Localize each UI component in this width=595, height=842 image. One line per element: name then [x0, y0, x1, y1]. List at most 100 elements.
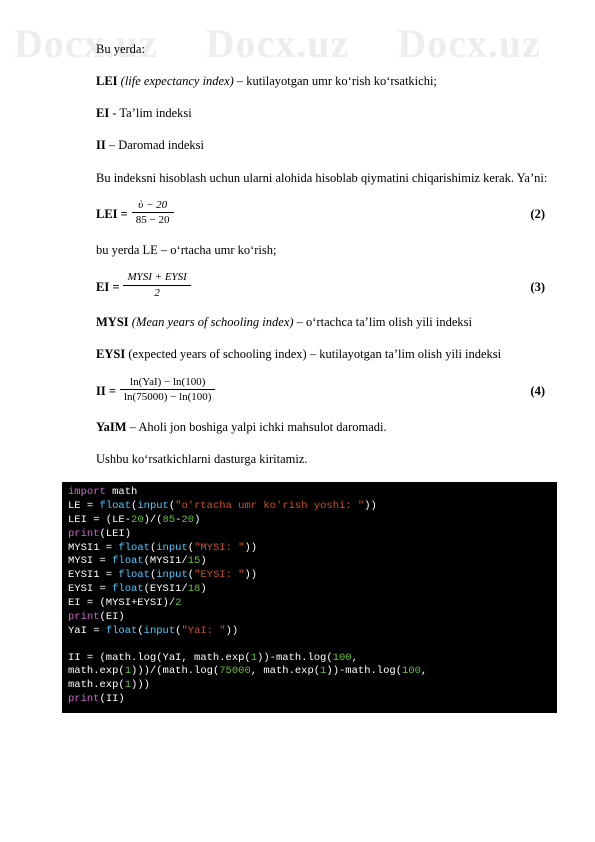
code-token: ))-math.log(	[326, 665, 403, 678]
code-line: MYSI1 = float(input("MYSI: "))	[68, 542, 551, 556]
formula-lei-fraction: ὺ − 20 85 − 20	[131, 199, 174, 227]
code-line: print(II)	[68, 693, 551, 707]
code-token: MYSI =	[68, 555, 113, 568]
code-token: (MYSI1/	[143, 555, 188, 568]
code-token: ))	[244, 541, 258, 554]
formula-ei-label: EI =	[96, 279, 120, 294]
paragraph-le-note: bu yerda LE – o‘rtacha umr ko‘rish;	[96, 242, 277, 257]
code-token: ))	[244, 569, 258, 582]
code-token: float	[105, 624, 138, 637]
formula-ei: EI = MYSI + EYSI 2 (3)	[62, 271, 553, 301]
formula-ii-fraction: ln(YaI) − ln(100) ln(75000) − ln(100)	[119, 376, 216, 404]
code-token: II = (math.log(YaI, math.exp(	[68, 651, 251, 664]
paragraph-mysi: MYSI (Mean years of schooling index) – o…	[62, 313, 553, 331]
paragraph-eysi: EYSI (expected years of schooling index)…	[62, 345, 553, 363]
code-token: float	[99, 499, 132, 512]
code-line: EYSI1 = float(input("EYSI: "))	[68, 569, 551, 583]
document-page: Bu yerda: LEI (life expectancy index) – …	[0, 0, 595, 713]
code-token: math.exp(	[68, 665, 125, 678]
code-line: math.exp(1)))/(math.log(75000, math.exp(…	[68, 665, 551, 679]
term-ii: II	[96, 138, 106, 153]
code-token: input	[143, 624, 176, 637]
formula-ei-number: (3)	[530, 279, 545, 294]
term-eysi: EYSI	[96, 347, 126, 362]
term-lei-desc: – kutilayotgan umr ko‘rish ko‘rsatkichi;	[233, 74, 437, 89]
formula-ii-denominator: ln(75000) − ln(100)	[123, 391, 212, 404]
code-token: float	[112, 555, 144, 568]
code-line: II = (math.log(YaI, math.exp(1))-math.lo…	[68, 652, 551, 666]
code-line: print(EI)	[68, 611, 551, 625]
code-line: import math	[68, 486, 551, 500]
term-lei: LEI	[96, 74, 118, 89]
code-token: MYSI1 =	[68, 541, 119, 554]
code-token: 15	[187, 555, 201, 568]
formula-lei-numerator: ὺ − 20	[131, 199, 174, 214]
term-eysi-desc: (expected years of schooling index) – ku…	[125, 347, 502, 362]
paragraph-yaim: YaIM – Aholi jon boshiga yalpi ichki mah…	[62, 418, 553, 436]
term-lei-english: (life expectancy index)	[120, 74, 234, 89]
code-token: "YaI: "	[181, 624, 226, 637]
code-token: 75000	[219, 665, 251, 678]
code-token: )/(	[143, 513, 163, 526]
code-token: (EYSI1/	[143, 583, 188, 596]
code-line: LEI = (LE-20)/(85-20)	[68, 514, 551, 528]
code-token: EI = (MYSI+EYSI)/	[68, 596, 176, 609]
code-token: LE =	[68, 499, 100, 512]
term-mysi-english: (Mean years of schooling index)	[131, 315, 294, 330]
code-token: ,	[420, 665, 428, 678]
formula-ei-numerator: MYSI + EYSI	[123, 271, 191, 286]
code-token: YaI =	[68, 624, 106, 637]
formula-lei: LEI = ὺ − 20 85 − 20 (2)	[62, 199, 553, 229]
code-token: )	[194, 513, 201, 526]
code-token: print	[68, 527, 100, 540]
paragraph-ii: II – Daromad indeksi	[62, 136, 553, 154]
term-mysi-desc: – o‘rtachca ta’lim olish yili indeksi	[293, 315, 472, 330]
code-token: LEI = (LE-	[68, 513, 132, 526]
code-token: float	[118, 569, 150, 582]
code-line: math.exp(1)))	[68, 679, 551, 693]
code-token: )))	[131, 679, 150, 692]
code-token: (LEI)	[99, 527, 132, 540]
formula-ei-fraction: MYSI + EYSI 2	[123, 271, 191, 299]
code-token: 20	[131, 513, 144, 526]
code-line: MYSI = float(MYSI1/15)	[68, 555, 551, 569]
term-ei: EI	[96, 106, 110, 121]
code-token: 100	[402, 665, 421, 678]
code-token: 2	[175, 596, 182, 609]
code-token: float	[112, 583, 144, 596]
formula-ii-numerator: ln(YaI) − ln(100)	[119, 376, 216, 391]
term-yaim-desc: – Aholi jon boshiga yalpi ichki mahsulot…	[126, 419, 387, 434]
code-token: ))	[364, 499, 377, 512]
code-token: )	[200, 555, 207, 568]
code-token: )	[200, 583, 207, 596]
code-token: "EYSI: "	[194, 569, 245, 582]
paragraph-program-intro: Ushbu ko‘rsatkichlarni dasturga kiritami…	[96, 451, 308, 466]
formula-lei-number: (2)	[530, 207, 545, 222]
formula-ii-number: (4)	[530, 384, 545, 399]
code-token: (EI)	[99, 610, 125, 623]
formula-ei-denominator: 2	[154, 286, 160, 299]
code-token: 20	[181, 513, 195, 526]
code-block: import math LE = float(input("o'rtacha um…	[62, 482, 557, 713]
code-line: print(LEI)	[68, 528, 551, 542]
code-token: input	[137, 499, 169, 512]
code-token: )))/(math.log(	[131, 665, 220, 678]
code-token: EYSI =	[68, 583, 113, 596]
paragraph-lei: LEI (life expectancy index) – kutilayotg…	[62, 72, 553, 90]
code-token: , math.exp(	[250, 665, 321, 678]
code-token: EYSI1 =	[68, 569, 119, 582]
code-line: YaI = float(input("YaI: "))	[68, 625, 551, 639]
code-token: (II)	[99, 693, 125, 706]
code-token: ,	[351, 651, 358, 664]
code-token: 85	[162, 513, 176, 526]
code-token: "MYSI: "	[194, 541, 245, 554]
paragraph-ei: EI - Ta’lim indeksi	[62, 104, 553, 122]
term-mysi: MYSI	[96, 315, 129, 330]
term-ii-desc: – Daromad indeksi	[105, 138, 204, 153]
code-token: math.exp(	[68, 679, 125, 692]
code-token: ))	[225, 624, 239, 637]
formula-lei-label: LEI =	[96, 207, 128, 222]
code-token: import	[68, 486, 106, 499]
code-token: math	[105, 486, 138, 499]
